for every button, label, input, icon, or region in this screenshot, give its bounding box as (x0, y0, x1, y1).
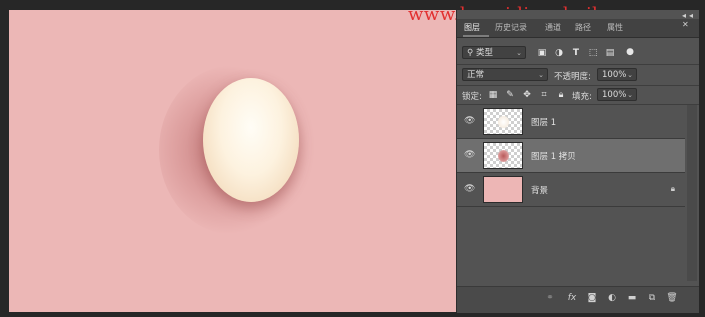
active-tab-indicator (463, 35, 489, 37)
blend-mode-value: 正常 (467, 70, 485, 80)
tab-history[interactable]: 历史记录 (495, 22, 527, 33)
layer-thumbnail (483, 108, 523, 135)
layer-thumbnail (483, 142, 523, 169)
trash-icon[interactable]: 🗑︎ (665, 293, 679, 303)
tab-layers[interactable]: 图层 (464, 22, 480, 33)
opacity-label: 不透明度: (554, 72, 591, 82)
tab-channels[interactable]: 通道 (545, 22, 561, 33)
layer-name[interactable]: 图层 1 拷贝 (531, 150, 576, 162)
tab-properties[interactable]: 属性 (607, 22, 623, 33)
panel-bottom-bar: ⚭ fx ◙ ◐ ▬ ⧉ 🗑︎ (457, 286, 699, 313)
layer-row[interactable]: 👁︎ 背景 🔒︎ (457, 173, 685, 207)
layer-name[interactable]: 图层 1 (531, 116, 556, 128)
layers-panel: 图层 历史记录 通道 路径 属性 ⚲ 类型 ⌄ ▣ ◑ T ⬚ ▤ ● 正常 ⌄… (456, 10, 699, 313)
scrollbar[interactable] (687, 105, 697, 281)
egg-thumb-icon (498, 116, 509, 128)
chevron-down-icon: ⌄ (538, 71, 544, 79)
filter-toggle-icon[interactable]: ● (624, 46, 636, 58)
chevron-down-icon: ⌄ (516, 49, 522, 57)
link-icon[interactable]: ⚭ (543, 293, 557, 303)
fill-label: 填充: (572, 92, 592, 102)
filter-type-label: 类型 (475, 48, 493, 58)
layer-name[interactable]: 背景 (531, 184, 548, 196)
eye-icon[interactable]: 👁︎ (464, 116, 476, 126)
blend-mode-select[interactable]: 正常 ⌄ (462, 68, 548, 81)
layer-thumbnail (483, 176, 523, 203)
chevron-down-icon: ⌄ (627, 91, 633, 99)
panel-window-controls[interactable]: ◂◂ ✕ (682, 11, 705, 29)
search-icon: ⚲ (467, 48, 476, 58)
new-layer-icon[interactable]: ⧉ (645, 293, 659, 303)
opacity-input[interactable]: 100% ⌄ (597, 68, 637, 81)
panel-tab-bar: 图层 历史记录 通道 路径 属性 (457, 19, 699, 38)
eye-icon[interactable]: 👁︎ (464, 150, 476, 160)
adjustment-filter-icon[interactable]: ◑ (553, 47, 565, 59)
adjustment-icon[interactable]: ◐ (605, 293, 619, 303)
eye-icon[interactable]: 👁︎ (464, 184, 476, 194)
fill-value: 100% (602, 90, 627, 100)
lock-icon: 🔒︎ (670, 184, 675, 193)
lock-all-icon[interactable]: 🔒︎ (555, 89, 567, 101)
shape-filter-icon[interactable]: ⬚ (587, 47, 599, 59)
document-canvas[interactable] (9, 10, 456, 312)
fill-input[interactable]: 100% ⌄ (597, 88, 637, 101)
opacity-value: 100% (602, 70, 627, 80)
type-filter-icon[interactable]: T (570, 47, 582, 59)
layer-row-selected[interactable]: 👁︎ 图层 1 拷贝 (457, 139, 685, 173)
lock-label: 锁定: (462, 92, 482, 102)
group-folder-icon[interactable]: ▬ (625, 293, 639, 303)
shadow-thumb-icon (498, 150, 509, 162)
filter-type-select[interactable]: ⚲ 类型 ⌄ (462, 46, 526, 59)
chevron-down-icon: ⌄ (627, 71, 633, 79)
egg-shape (203, 78, 299, 202)
layer-row[interactable]: 👁︎ 图层 1 (457, 105, 685, 139)
smartobject-filter-icon[interactable]: ▤ (604, 47, 616, 59)
fx-icon[interactable]: fx (565, 293, 579, 303)
image-filter-icon[interactable]: ▣ (536, 47, 548, 59)
lock-position-icon[interactable]: ✥ (521, 89, 533, 101)
lock-pixels-icon[interactable]: ✎ (504, 89, 516, 101)
tab-paths[interactable]: 路径 (575, 22, 591, 33)
mask-icon[interactable]: ◙ (585, 293, 599, 303)
lock-transparent-icon[interactable]: ▦ (487, 89, 499, 101)
lock-artboard-icon[interactable]: ⌗ (538, 89, 550, 101)
